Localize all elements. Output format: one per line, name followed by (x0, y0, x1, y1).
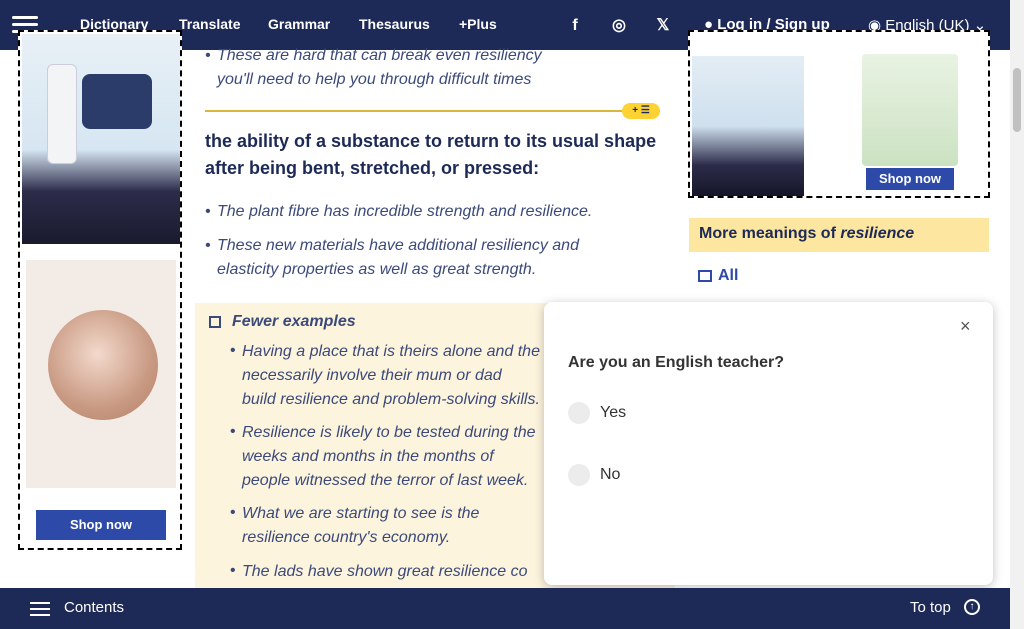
more-meanings-title: More meanings of resilience (699, 225, 914, 243)
bullet: • (205, 237, 211, 254)
ad-image-compact (26, 260, 176, 488)
example-1-text: The plant fibre has incredible strength … (217, 203, 593, 220)
bottom-bar: Contents To top ↑ (0, 588, 1010, 629)
to-top-link[interactable]: To top (910, 599, 951, 616)
fewer-example-2: build resilience and problem-solving ski… (242, 391, 540, 408)
nav-translate[interactable]: Translate (179, 16, 240, 32)
ad-image-offer-box (862, 54, 958, 166)
bullet: • (230, 562, 236, 579)
more-meanings-word: resilience (840, 225, 915, 242)
example-top-line-1: These are hard that can break even resil… (217, 47, 542, 64)
radio-no-label[interactable]: No (600, 466, 620, 484)
bullet: • (230, 423, 236, 440)
example-2-text: These new materials have additional resi… (217, 237, 579, 278)
radio-no[interactable] (568, 464, 590, 486)
nav-plus[interactable]: +Plus (459, 16, 497, 32)
nav-grammar[interactable]: Grammar (268, 16, 330, 32)
bullet: • (205, 47, 211, 64)
ad-image-products (22, 34, 180, 244)
collapse-toggle-icon[interactable] (209, 316, 221, 328)
x-twitter-icon[interactable]: 𝕏 (652, 16, 674, 36)
contents-link[interactable]: Contents (64, 599, 124, 616)
page-scrollbar[interactable] (1010, 0, 1024, 629)
fewer-example-4: What we are starting to see is the resil… (242, 505, 480, 546)
fewer-example-5: The lads have shown great resilience co (242, 563, 528, 580)
nav-thesaurus[interactable]: Thesaurus (359, 16, 430, 32)
compact-mirror-shape (48, 310, 158, 420)
close-icon[interactable]: × (960, 316, 971, 337)
ad-jar-shape (82, 74, 152, 129)
bullet: • (205, 203, 211, 220)
survey-popup: × Are you an English teacher? Yes No (544, 302, 993, 585)
example-top: • These are hard that can break even res… (205, 44, 645, 92)
fewer-example-1: Having a place that is theirs alone and … (242, 343, 540, 384)
instagram-icon[interactable]: ◎ (608, 16, 630, 36)
all-meanings-link[interactable]: All (718, 267, 738, 285)
example-2: • These new materials have additional re… (205, 234, 625, 282)
ad-image-products-right (692, 56, 804, 196)
collapse-all-icon[interactable] (698, 270, 712, 282)
facebook-icon[interactable]: f (564, 16, 586, 36)
right-advertisement[interactable]: Shop now (688, 30, 990, 198)
fewer-examples-link[interactable]: Fewer examples (232, 313, 356, 331)
bullet: • (230, 342, 236, 359)
example-top-line-2: you'll need to help you through difficul… (217, 71, 532, 88)
ad-bottle-shape (47, 64, 77, 164)
section-divider (205, 110, 660, 112)
fewer-example-3: Resilience is likely to be tested during… (242, 424, 536, 489)
radio-yes[interactable] (568, 402, 590, 424)
more-meanings-prefix: More meanings of (699, 225, 841, 242)
bullet: • (230, 504, 236, 521)
survey-question: Are you an English teacher? (568, 354, 785, 371)
definition-text: the ability of a substance to return to … (205, 131, 657, 178)
left-advertisement[interactable]: Shop now (18, 30, 182, 550)
ad-shop-now-button[interactable]: Shop now (36, 510, 166, 540)
example-1: • The plant fibre has incredible strengt… (205, 200, 645, 224)
word-list-add-button[interactable]: + ☰ (622, 103, 660, 119)
scrollbar-thumb[interactable] (1013, 68, 1021, 132)
arrow-up-icon[interactable]: ↑ (964, 599, 980, 615)
contents-menu-icon[interactable] (30, 598, 50, 618)
ad-right-shop-now-button[interactable]: Shop now (866, 168, 954, 190)
radio-yes-label[interactable]: Yes (600, 404, 626, 422)
